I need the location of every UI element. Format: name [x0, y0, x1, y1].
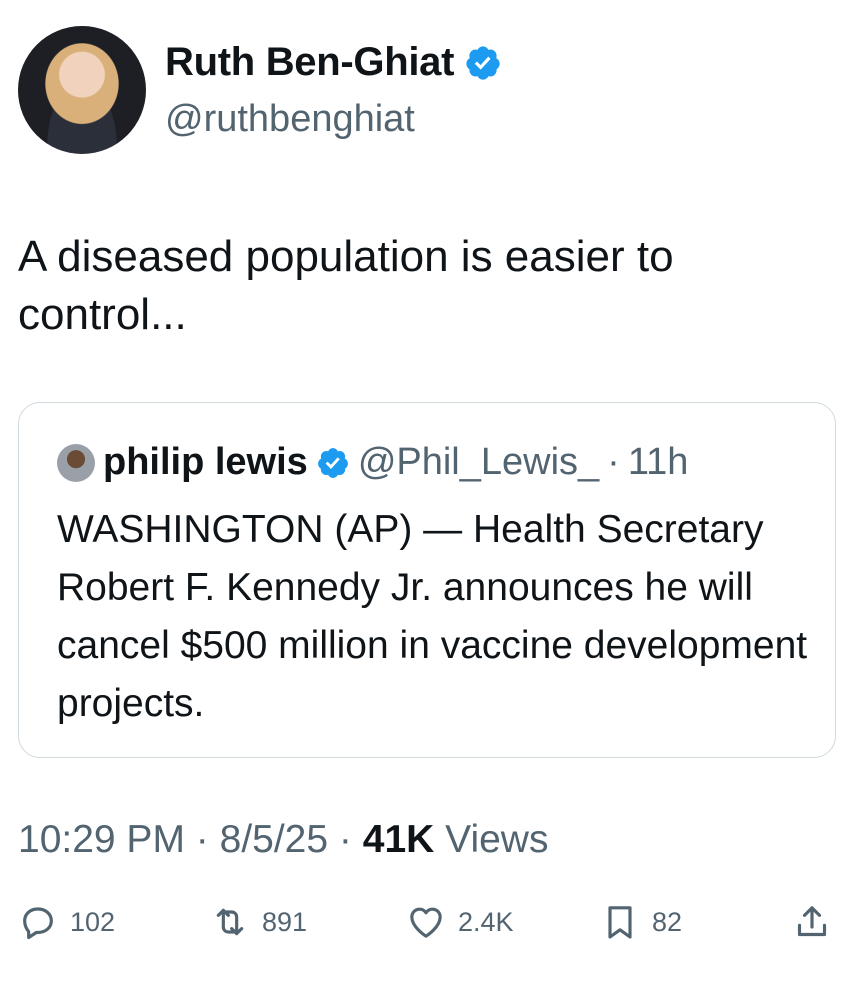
like-button[interactable]: 2.4K [406, 902, 514, 942]
views-count: 41K [362, 818, 435, 861]
share-icon [797, 906, 827, 937]
reply-count: 102 [70, 906, 116, 937]
tweet-text: A diseased population is easier to contr… [18, 232, 674, 339]
bookmark-button[interactable]: 82 [600, 902, 682, 942]
bookmark-count: 82 [652, 906, 683, 937]
share-button[interactable] [792, 902, 832, 942]
repost-icon [216, 908, 244, 936]
heart-icon [410, 907, 442, 938]
author-avatar[interactable] [18, 26, 146, 154]
author-name-row: Ruth Ben-Ghiat [165, 40, 502, 85]
views-label: Views [445, 818, 549, 861]
verified-badge-icon [466, 45, 500, 80]
author-display-name[interactable]: Ruth Ben-Ghiat [165, 40, 454, 85]
quoted-tweet-age[interactable]: 11h [628, 441, 689, 484]
reply-button[interactable]: 102 [18, 902, 115, 942]
bookmark-icon [608, 906, 632, 939]
repost-count: 891 [262, 906, 308, 937]
quoted-author-handle[interactable]: @Phil_Lewis_ [358, 441, 599, 484]
meta-separator: · [338, 818, 352, 861]
quoted-separator: · [607, 441, 620, 483]
quoted-author-display-name[interactable]: philip lewis [103, 441, 308, 484]
author-handle[interactable]: @ruthbenghiat [165, 98, 415, 141]
like-count: 2.4K [458, 906, 514, 937]
quoted-verified-badge-icon [317, 447, 348, 478]
tweet-time[interactable]: 10:29 PM [18, 818, 185, 861]
quoted-tweet-card[interactable]: philip lewis @Phil_Lewis_ · 11h WASHINGT… [18, 402, 836, 758]
repost-button[interactable]: 891 [210, 902, 307, 942]
reply-icon [23, 907, 53, 940]
action-bar: 102 891 2.4K 82 [18, 902, 836, 952]
meta-separator: · [195, 818, 209, 861]
tweet-meta: 10:29 PM · 8/5/25 · 41K Views [18, 818, 548, 862]
tweet-date[interactable]: 8/5/25 [220, 818, 328, 861]
quoted-tweet-text: WASHINGTON (AP) — Health Secretary Rober… [57, 508, 808, 725]
quoted-author-avatar[interactable] [57, 443, 95, 482]
quoted-tweet-header: philip lewis @Phil_Lewis_ · 11h [57, 441, 688, 484]
